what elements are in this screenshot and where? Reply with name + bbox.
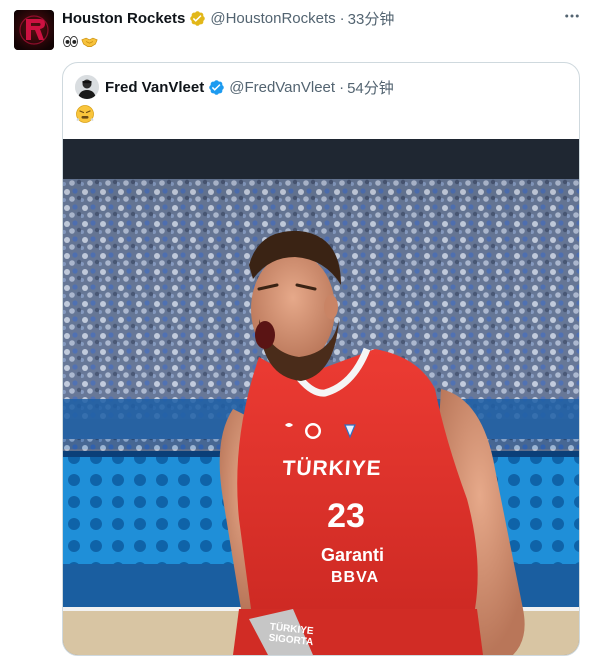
tweet-header: Houston Rockets @HoustonRockets · 33分钟: [62, 8, 394, 28]
quoted-separator-dot: ·: [339, 78, 345, 96]
steam-from-nose-emoji-icon: [75, 104, 94, 123]
quoted-tweet-photo[interactable]: TÜRKIYE 23 Garanti BBVA TÜRKIYE SIGORTA: [63, 139, 579, 655]
tweet-text: [62, 32, 98, 50]
author-name[interactable]: Houston Rockets: [62, 10, 185, 27]
quoted-tweet-time[interactable]: 54分钟: [347, 77, 394, 98]
jersey-sponsor-text: Garanti: [321, 545, 385, 565]
author-handle[interactable]: @HoustonRockets: [210, 10, 335, 27]
tweet-time[interactable]: 33分钟: [348, 8, 395, 29]
rockets-logo-icon: [14, 10, 54, 50]
jersey-sponsor-sub-text: BBVA: [331, 569, 380, 586]
more-icon: [565, 14, 579, 18]
quoted-tweet-header: Fred VanVleet @FredVanVleet · 54分钟: [105, 77, 394, 97]
separator-dot: ·: [339, 9, 345, 27]
quoted-author-name[interactable]: Fred VanVleet: [105, 79, 204, 96]
quoted-tweet-card[interactable]: Fred VanVleet @FredVanVleet · 54分钟 TÜRKI…: [62, 62, 580, 656]
houston-rockets-avatar[interactable]: [14, 10, 54, 50]
jersey-country-text: TÜRKIYE: [281, 457, 383, 480]
quoted-author-handle[interactable]: @FredVanVleet: [229, 79, 335, 96]
basketball-player-photo: [63, 139, 579, 655]
handshake-emoji-icon: [81, 33, 98, 50]
fred-vanvleet-avatar[interactable]: [75, 75, 99, 99]
verified-blue-badge-icon: [208, 79, 225, 96]
jersey-number-text: 23: [327, 497, 365, 535]
more-options-button[interactable]: [560, 6, 584, 26]
eyes-emoji-icon: [62, 33, 79, 50]
quoted-tweet-text: [75, 104, 94, 124]
verified-gold-badge-icon: [189, 10, 206, 27]
